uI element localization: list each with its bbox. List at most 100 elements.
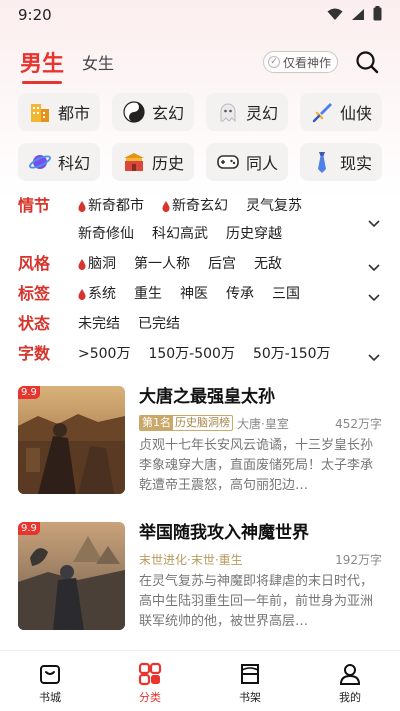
filter-option[interactable]: 第一人称 [134,250,190,278]
category-label: 历史 [151,154,184,173]
search-icon [356,51,379,74]
category-grid: 都市 玄幻 灵幻 仙侠 科幻 历史 同人 现实 [18,93,384,181]
chevron-down-icon[interactable] [368,213,380,232]
check-icon: ✓ [267,56,280,68]
category-label: 仙侠 [339,104,372,123]
book-info: 举国随我攻入神魔世界 末世进化·末世·重生 192万字 在灵气复苏与神魔即将肆虐… [139,522,382,630]
category-icon [137,661,163,687]
book-item[interactable]: 9.9 大唐之最强皇太孙 第1名 历史脑洞榜 大唐·皇室 452万字 贞观十七年… [18,386,382,494]
filter-label-state: 状态 [18,314,51,333]
category-xuanhuan[interactable]: 玄幻 [112,93,194,131]
filter-panel: 情节 新奇都市 新奇玄幻 灵气复苏 新奇修仙 科幻高武 历史穿越 风格 脑洞 第… [0,192,400,370]
chevron-down-icon[interactable] [368,287,380,306]
nav-label: 书架 [239,691,261,704]
filter-option[interactable]: 科幻高武 [152,220,208,248]
search-button[interactable] [354,49,380,75]
status-time: 9:20 [18,6,52,24]
book-cover-art [18,386,125,494]
hot-drop-icon [78,200,86,212]
filter-option[interactable]: 后宫 [208,250,236,278]
ghost-icon [216,100,240,124]
filter-option[interactable]: 系统 [78,280,116,308]
profile-icon [337,661,363,687]
category-label: 玄幻 [151,104,184,123]
score-badge: 9.9 [18,522,40,535]
filter-label-words: 字数 [18,344,51,363]
book-tags: 末世进化·末世·重生 [139,552,243,567]
category-linghuan[interactable]: 灵幻 [206,93,288,131]
filter-option[interactable]: 神医 [180,280,208,308]
book-word-count: 192万字 [335,552,382,567]
category-xianshi[interactable]: 现实 [300,143,382,181]
book-cover[interactable]: 9.9 [18,386,125,494]
filter-row-words: 字数 >500万 150万-500万 50万-150万 [0,340,400,370]
category-tongren[interactable]: 同人 [206,143,288,181]
filter-option[interactable]: 新奇都市 [78,192,144,220]
chevron-down-icon[interactable] [368,347,380,366]
category-label: 灵幻 [245,104,278,123]
book-cover[interactable]: 9.9 [18,522,125,630]
nav-bookshelf[interactable]: 书架 [200,651,300,711]
filter-label-plot: 情节 [18,196,51,215]
tie-icon [310,150,334,174]
bookstore-icon [37,661,63,687]
book-tags: 大唐·皇室 [237,416,289,431]
filter-row-style: 风格 脑洞 第一人称 后宫 无敌 [0,250,400,280]
masterpiece-only-toggle[interactable]: ✓ 仅看神作 [262,51,338,73]
category-kehuan[interactable]: 科幻 [18,143,100,181]
wifi-icon [327,6,343,25]
category-lishi[interactable]: 历史 [112,143,194,181]
nav-bookstore[interactable]: 书城 [0,651,100,711]
filter-option[interactable]: 历史穿越 [226,220,282,248]
rank-badge[interactable]: 第1名 历史脑洞榜 [139,415,233,431]
filter-label-style: 风格 [18,254,51,273]
yin-yang-icon [122,100,146,124]
hot-drop-icon [78,288,86,300]
filter-option[interactable]: 50万-150万 [253,340,331,368]
nav-category[interactable]: 分类 [100,651,200,711]
nav-label: 分类 [139,691,161,704]
category-dushi[interactable]: 都市 [18,93,100,131]
signal-icon [351,6,365,25]
category-label: 科幻 [57,154,90,173]
rank-position: 第1名 [140,416,173,430]
tab-male[interactable]: 男生 [20,46,64,84]
nav-profile[interactable]: 我的 [300,651,400,711]
filter-row-tags: 标签 系统 重生 神医 传承 三国 [0,280,400,310]
nav-label: 我的 [339,691,361,704]
book-item[interactable]: 9.9 举国随我攻入神魔世界 末世进化·末世·重生 192万字 在灵气复苏与神魔… [18,522,382,630]
filter-options-tags: 系统 重生 神医 传承 三国 [78,280,358,308]
tab-female[interactable]: 女生 [82,50,114,74]
hot-drop-icon [162,200,170,212]
filter-options-state: 未完结 已完结 [78,310,358,338]
filter-option[interactable]: 新奇玄幻 [162,192,228,220]
filter-option[interactable]: 脑洞 [78,250,116,278]
category-label: 都市 [57,104,90,123]
filter-option[interactable]: 传承 [226,280,254,308]
filter-row-plot: 情节 新奇都市 新奇玄幻 灵气复苏 新奇修仙 科幻高武 历史穿越 [0,192,400,250]
filter-option[interactable]: 未完结 [78,310,120,338]
filter-option[interactable]: 新奇修仙 [78,220,134,248]
sword-icon [310,100,334,124]
filter-option[interactable]: 三国 [272,280,300,308]
book-word-count: 452万字 [335,416,382,431]
filter-option[interactable]: 重生 [134,280,162,308]
filter-option[interactable]: 150万-500万 [148,340,235,368]
filter-options-words: >500万 150万-500万 50万-150万 [78,340,378,368]
filter-option[interactable]: >500万 [78,340,130,368]
book-description: 在灵气复苏与神魔即将肆虐的末日时代，高中生陆羽重生回一年前，前世身为亚洲联军统帅… [139,574,374,629]
status-bar: 9:20 [0,0,400,30]
category-label: 同人 [245,154,278,173]
filter-option[interactable]: 无敌 [254,250,282,278]
filter-option[interactable]: 灵气复苏 [246,192,302,220]
palace-icon [122,150,146,174]
toggle-label: 仅看神作 [282,55,331,70]
filter-option[interactable]: 已完结 [138,310,180,338]
filter-row-state: 状态 未完结 已完结 [0,310,400,340]
gamepad-icon [216,150,240,174]
planet-icon [28,150,52,174]
category-xianxia[interactable]: 仙侠 [300,93,382,131]
status-icons [327,5,382,25]
chevron-down-icon[interactable] [368,257,380,276]
book-title: 大唐之最强皇太孙 [139,387,275,407]
